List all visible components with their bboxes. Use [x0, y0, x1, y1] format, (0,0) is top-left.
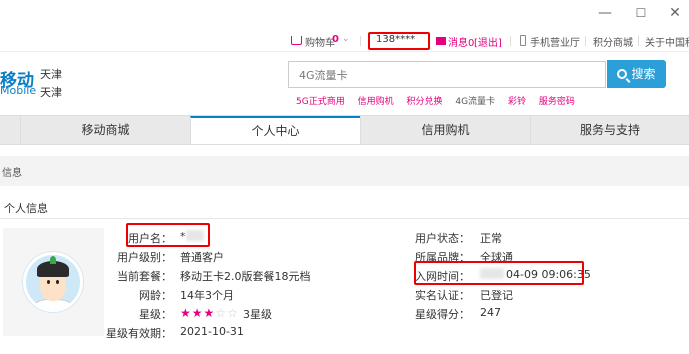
tab-credit-purchase[interactable]: 信用购机: [360, 116, 530, 144]
tenure-value: 14年3个月: [180, 289, 234, 302]
logout-link[interactable]: [退出]: [474, 34, 502, 49]
tab-mobile-mall[interactable]: 移动商城: [20, 116, 190, 144]
star-rating: ★★★☆☆: [180, 306, 239, 320]
join-time-highlight-box: [414, 261, 584, 285]
level-label: 用户级别：: [117, 251, 172, 264]
search-button[interactable]: 搜索: [607, 60, 666, 88]
cart-count: 0: [332, 34, 339, 45]
section-divider: [0, 218, 689, 219]
star-empty-icon: ☆: [227, 306, 239, 320]
divider: [638, 36, 639, 46]
divider: [360, 36, 361, 46]
star-expiry-value: 2021-10-31: [180, 325, 244, 338]
avatar-panel: [3, 228, 104, 336]
about-link[interactable]: 关于中国移动: [645, 34, 689, 49]
hot-links: 5G正式商用 信用购机 积分兑换 4G流量卡 彩铃 服务密码: [296, 94, 585, 107]
section-title: 个人信息: [4, 202, 48, 215]
hot-link[interactable]: 5G正式商用: [296, 97, 345, 107]
chevron-down-icon[interactable]: ⌄: [342, 34, 350, 44]
hot-link[interactable]: 服务密码: [539, 97, 575, 107]
star-filled-icon: ★: [191, 306, 204, 320]
star-filled-icon: ★: [203, 306, 216, 320]
hot-link[interactable]: 彩铃: [508, 97, 526, 107]
star-text: 3星级: [243, 308, 272, 321]
cart-link[interactable]: 购物车: [305, 34, 335, 49]
cart-icon[interactable]: [291, 36, 302, 45]
logo-subtitle: Mobile: [0, 84, 37, 97]
messages-link[interactable]: 消息0: [448, 34, 474, 49]
star-label: 星级：: [139, 308, 172, 321]
avatar[interactable]: [23, 252, 83, 312]
star-empty-icon: ☆: [215, 306, 228, 320]
hot-link[interactable]: 信用购机: [358, 97, 394, 107]
status-value: 正常: [480, 232, 502, 245]
tab-service-support[interactable]: 服务与支持: [530, 116, 689, 144]
tab-personal-center[interactable]: 个人中心: [190, 116, 360, 144]
breadcrumb: 信息: [0, 156, 689, 186]
plan-label: 当前套餐：: [117, 270, 172, 283]
mail-icon[interactable]: [436, 37, 446, 45]
main-nav: 移动商城 个人中心 信用购机 服务与支持: [0, 115, 689, 145]
hot-link[interactable]: 4G流量卡: [455, 97, 495, 107]
city-label: 天津: [40, 86, 62, 99]
breadcrumb-item[interactable]: 信息: [2, 164, 22, 179]
maximize-icon[interactable]: ☐: [626, 4, 656, 22]
mobile-hall-link[interactable]: 手机营业厅: [530, 34, 580, 49]
tenure-label: 网龄：: [139, 289, 172, 302]
star-expiry-label: 星级有效期：: [106, 327, 172, 340]
divider: [510, 36, 511, 46]
search-button-label: 搜索: [631, 67, 656, 81]
phone-highlight-box: [368, 32, 430, 50]
search-input[interactable]: [288, 61, 606, 88]
search-icon: [617, 69, 628, 79]
star-filled-icon: ★: [180, 306, 192, 320]
divider: [585, 36, 586, 46]
status-label: 用户状态：: [415, 232, 470, 245]
minimize-icon[interactable]: —: [590, 4, 620, 22]
realname-label: 实名认证：: [415, 289, 470, 302]
points-mall-link[interactable]: 积分商城: [593, 34, 633, 49]
close-icon[interactable]: ✕: [660, 4, 689, 22]
star-score-value: 247: [480, 306, 501, 319]
window-titlebar: — ☐ ✕: [0, 0, 689, 26]
username-highlight-box: [126, 223, 210, 247]
plan-value: 移动王卡2.0版套餐18元档: [180, 270, 311, 283]
realname-value: 已登记: [480, 289, 513, 302]
star-score-label: 星级得分：: [415, 308, 470, 321]
hot-link[interactable]: 积分兑换: [406, 97, 442, 107]
level-value: 普通客户: [180, 251, 224, 264]
top-utility-bar: 购物车 0 ⌄ 138**** 消息0 [退出] 手机营业厅 积分商城 关于中国…: [0, 30, 689, 52]
city-selector[interactable]: 天津: [40, 66, 62, 82]
mobile-phone-icon: [520, 35, 526, 46]
